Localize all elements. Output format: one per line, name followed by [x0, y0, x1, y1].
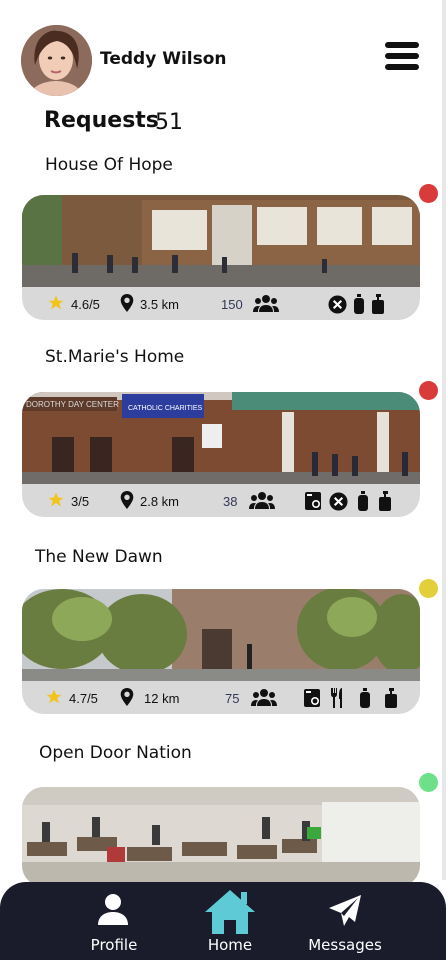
- nav-messages[interactable]: Messages: [300, 882, 390, 960]
- shelter-card[interactable]: 4.7/5 12 km 75: [22, 589, 420, 714]
- nav-profile-label: Profile: [90, 936, 138, 954]
- nav-home-label: Home: [207, 936, 253, 954]
- people-count: 38: [223, 494, 238, 509]
- rating: 4.6/5: [71, 297, 100, 312]
- shelter-photo: DOROTHY DAY CENTER CATHOLIC CHARITIES: [22, 392, 420, 484]
- status-indicator: [419, 381, 438, 400]
- bottom-nav: Profile Home Messages: [0, 882, 446, 960]
- soap-icon: [384, 688, 398, 711]
- shelter-card[interactable]: 4.6/5 3.5 km 150: [22, 195, 420, 320]
- status-indicator: [419, 773, 438, 792]
- requests-count: 51: [155, 110, 183, 135]
- distance: 12 km: [144, 691, 180, 706]
- user-icon: [96, 892, 130, 931]
- shelter-photo: [22, 589, 420, 681]
- people-count: 150: [221, 297, 243, 312]
- place-name: The New Dawn: [35, 547, 163, 567]
- distance: 3.5 km: [140, 297, 180, 312]
- screen-edge: [442, 0, 446, 880]
- location-pin-icon: [120, 688, 134, 709]
- shelter-photo: [22, 787, 420, 887]
- status-indicator: [419, 579, 438, 598]
- people-count: 75: [225, 691, 240, 706]
- star-icon: [47, 491, 65, 512]
- building-sign: DOROTHY DAY CENTER: [26, 400, 119, 409]
- bottle-icon: [353, 294, 365, 317]
- people-icon: [251, 688, 278, 709]
- utensils-icon: [330, 688, 346, 711]
- bottle-icon: [357, 491, 369, 514]
- place-name: St.Marie's Home: [45, 347, 185, 367]
- rating: 4.7/5: [69, 691, 98, 706]
- star-icon: [45, 688, 63, 709]
- status-indicator: [419, 184, 438, 203]
- banner-text: CATHOLIC CHARITIES: [128, 405, 202, 412]
- send-icon: [328, 894, 362, 933]
- no-entry-icon: [329, 491, 348, 514]
- location-pin-icon: [120, 491, 134, 512]
- soap-icon: [371, 294, 385, 317]
- place-name: House Of Hope: [45, 155, 173, 175]
- shelter-photo: [22, 195, 420, 287]
- people-icon: [249, 491, 276, 512]
- place-name: Open Door Nation: [39, 743, 192, 763]
- nav-profile[interactable]: Profile: [69, 882, 159, 960]
- shelter-card[interactable]: [22, 787, 420, 887]
- no-entry-icon: [328, 294, 347, 317]
- star-icon: [47, 294, 65, 315]
- hamburger-menu-icon[interactable]: [385, 42, 419, 74]
- user-name: Teddy Wilson: [100, 49, 227, 69]
- avatar[interactable]: [21, 25, 92, 96]
- nav-messages-label: Messages: [308, 936, 382, 954]
- nav-home[interactable]: Home: [185, 882, 275, 960]
- people-icon: [252, 294, 279, 315]
- laundry-icon: [304, 491, 324, 514]
- home-icon: [203, 888, 257, 941]
- soap-icon: [378, 491, 392, 514]
- distance: 2.8 km: [140, 494, 180, 509]
- location-pin-icon: [120, 294, 134, 315]
- laundry-icon: [303, 688, 323, 711]
- shelter-card[interactable]: DOROTHY DAY CENTER CATHOLIC CHARITIES 3/…: [22, 392, 420, 517]
- rating: 3/5: [71, 494, 90, 509]
- bottle-icon: [359, 688, 371, 711]
- requests-title: Requests: [44, 108, 159, 133]
